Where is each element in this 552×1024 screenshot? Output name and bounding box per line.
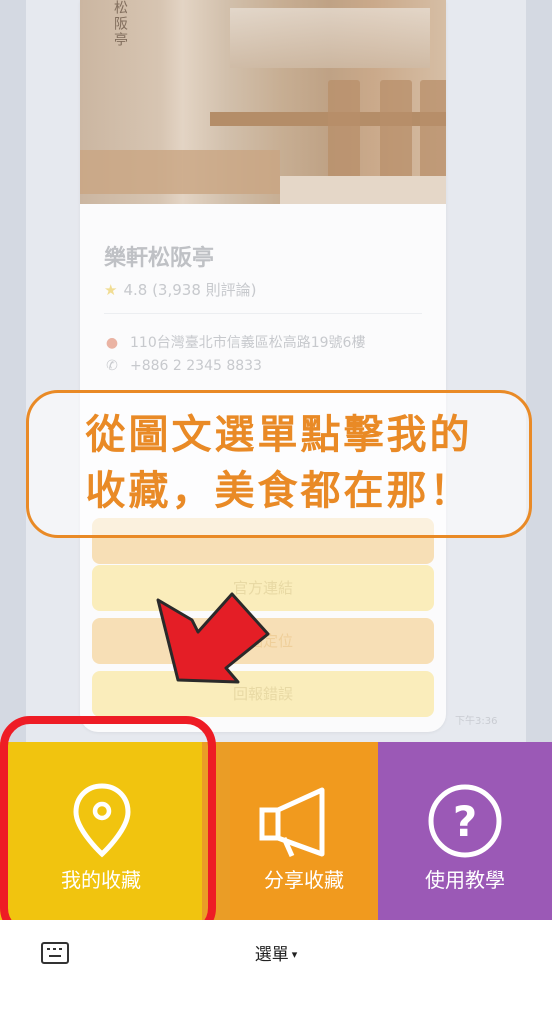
address-text: 110台灣臺北市信義區松高路19號6樓 [130,335,366,351]
photo-stool [328,80,360,190]
star-icon: ★ [104,281,118,299]
message-timestamp: 下午3:36 [455,716,498,727]
callout-line-2: 收藏，美食都在那！ [85,468,473,514]
question-icon: ? [428,784,502,858]
callout-line-1: 從圖文選單點擊我的 [85,412,473,458]
phone-icon: ✆ [106,358,118,374]
rating-text: 4.8 (3,938 則評論) [123,281,257,299]
restaurant-rating: ★ 4.8 (3,938 則評論) [104,279,257,300]
megaphone-icon [259,787,325,858]
bottom-bar [0,920,552,1024]
photo-stool [420,80,446,190]
menu-item-share-favorites[interactable]: 分享收藏 [230,742,378,920]
highlight-frame [0,716,216,938]
photo-shelf [230,8,430,68]
menu-item-tutorial[interactable]: ? 使用教學 [378,742,552,920]
restaurant-name: 樂軒松阪亭 [104,246,215,271]
photo-counter [280,176,446,204]
menu-item-label: 使用教學 [425,868,505,892]
instruction-callout: 從圖文選單點擊我的 收藏，美食都在那！ [26,390,532,538]
phone-text: +886 2 2345 8833 [130,358,262,374]
restaurant-address: ● 110台灣臺北市信義區松高路19號6樓 [104,332,366,352]
restaurant-phone[interactable]: ✆ +886 2 2345 8833 [104,358,262,374]
caret-down-icon: ▾ [291,948,298,961]
restaurant-photo: 松阪亭 [80,0,446,204]
menu-item-label: 分享收藏 [264,868,344,892]
menu-toggle-label: 選單 [254,945,289,965]
photo-stool [380,80,412,190]
photo-sign: 松阪亭 [112,0,128,48]
pointer-arrow-icon [156,592,270,684]
photo-table [80,150,280,194]
svg-text:?: ? [453,797,477,846]
menu-toggle-button[interactable]: 選單 ▾ [0,940,552,965]
location-icon: ● [105,335,119,351]
card-divider [104,313,422,314]
